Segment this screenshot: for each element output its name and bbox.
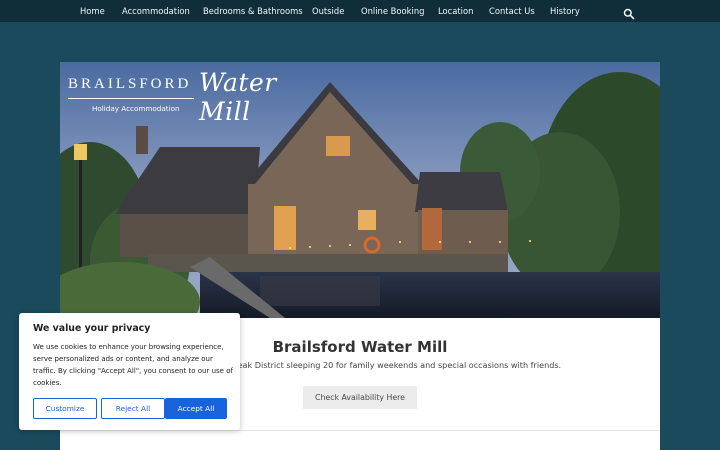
nav-item-accommodation[interactable]: Accommodation: [122, 0, 190, 22]
nav-item-outside[interactable]: Outside: [312, 0, 344, 22]
accept-all-button[interactable]: Accept All: [165, 398, 227, 419]
nav-item-bedrooms-bathrooms[interactable]: Bedrooms & Bathrooms: [203, 0, 303, 22]
brand-subtitle: Holiday Accommodation: [92, 104, 180, 113]
nav-item-location[interactable]: Location: [438, 0, 473, 22]
brand-script: Water Mill: [199, 68, 277, 126]
cookie-text: We use cookies to enhance your browsing …: [33, 343, 233, 387]
nav-item-contact-us[interactable]: Contact Us: [489, 0, 535, 22]
nav-item-home[interactable]: Home: [80, 0, 105, 22]
customize-button[interactable]: Customize: [33, 398, 97, 419]
hero-image: BRAILSFORD Water Mill Holiday Accommodat…: [60, 62, 660, 318]
brand-divider: [68, 98, 194, 99]
cookie-consent-banner: We value your privacy We use cookies to …: [19, 313, 240, 430]
content-divider: [60, 430, 660, 431]
nav-item-online-booking[interactable]: Online Booking: [361, 0, 424, 22]
check-availability-button[interactable]: Check Availability Here: [303, 386, 417, 409]
cookie-title: We value your privacy: [33, 323, 151, 334]
top-navigation: Home Accommodation Bedrooms & Bathrooms …: [0, 0, 720, 22]
reject-all-button[interactable]: Reject All: [101, 398, 165, 419]
nav-item-history[interactable]: History: [550, 0, 580, 22]
search-icon[interactable]: [623, 5, 635, 20]
brand-logo: BRAILSFORD Water Mill Holiday Accommodat…: [68, 68, 328, 126]
brand-name: BRAILSFORD: [68, 76, 192, 92]
